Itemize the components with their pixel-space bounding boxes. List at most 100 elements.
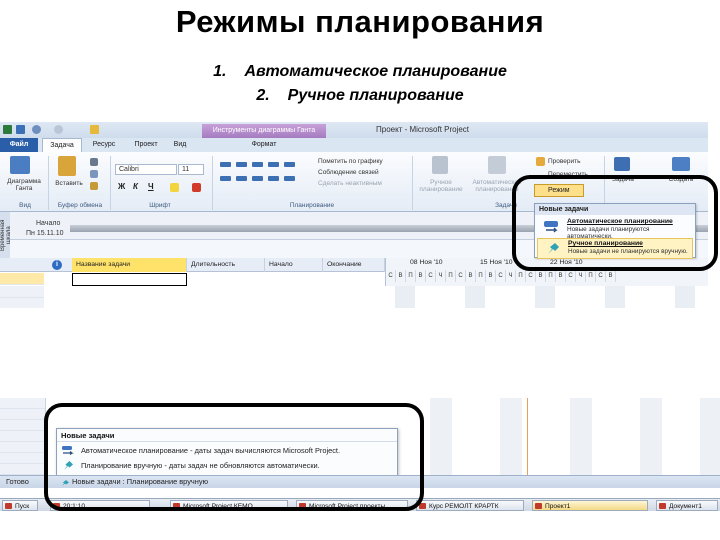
gantt-timescale: 08 Ноя '10 15 Ноя '10 22 Ноя '10 СВПВСЧП…	[385, 258, 708, 286]
open-icon[interactable]	[90, 125, 99, 134]
weekend-stripe	[465, 286, 485, 308]
list-number: 2.	[256, 87, 270, 104]
group-clipboard: Буфер обмена	[57, 202, 103, 209]
column-task-name[interactable]: Название задачи	[72, 258, 187, 272]
tab-file[interactable]: Файл	[0, 138, 38, 152]
day-label: П	[476, 270, 486, 282]
inspect-button[interactable]: Проверить	[548, 158, 594, 165]
font-color-icon[interactable]	[192, 183, 201, 192]
menu-item-manual-schedule[interactable]: Ручное планирование Новые задачи не план…	[537, 238, 693, 259]
create-icon[interactable]	[672, 157, 690, 171]
taskbar-item[interactable]: Курс РЕМОЛТ КРАРТК	[416, 500, 524, 511]
manual-schedule-button[interactable]: Ручное планирование	[418, 179, 464, 193]
font-size-select[interactable]: 11	[178, 164, 204, 175]
weekend-stripe	[640, 398, 662, 475]
taskbar-item[interactable]: Проект1	[532, 500, 648, 511]
taskbar-item[interactable]: Microsoft Project проекты	[296, 500, 408, 511]
column-start[interactable]: Начало	[265, 258, 323, 272]
auto-schedule-button[interactable]: Автоматическое планирование	[466, 179, 528, 193]
group-separator	[48, 156, 49, 210]
taskbar-item[interactable]: 20:1:10	[50, 500, 150, 511]
group-separator	[212, 156, 213, 210]
respect-links-button[interactable]: Соблюдение связей	[318, 169, 379, 176]
tab-project[interactable]: Проект	[128, 138, 164, 152]
create-button[interactable]: Создать	[664, 176, 698, 183]
tab-format[interactable]: Формат	[246, 138, 282, 152]
tab-task[interactable]: Задача	[42, 138, 82, 152]
day-label: В	[536, 270, 546, 282]
mode-dropdown-button[interactable]: Режим	[534, 184, 584, 197]
new-tasks-tooltip: Новые задачи Автоматическое планирование…	[56, 428, 398, 476]
bold-button[interactable]: Ж	[118, 182, 125, 191]
window-title: Проект - Microsoft Project	[376, 125, 470, 134]
taskbar-item[interactable]: Microsoft Project КЕМО	[170, 500, 288, 511]
task-name-cell[interactable]	[72, 273, 187, 286]
timeline-side-label: Временная шкала	[0, 212, 12, 258]
font-name-select[interactable]: Calibri	[115, 164, 177, 175]
mark-on-track-button[interactable]: Пометить по графику	[318, 158, 383, 165]
group-schedule: Планирование	[289, 202, 335, 209]
status-bar-screenshot: Новые задачи Автоматическое планирование…	[0, 398, 720, 540]
pin-icon	[64, 461, 73, 470]
weekend-stripe	[535, 286, 555, 308]
week-label: 15 Ноя '10	[480, 259, 513, 266]
undo-icon[interactable]	[32, 125, 41, 134]
day-label: С	[596, 270, 606, 282]
column-finish[interactable]: Окончание	[323, 258, 385, 272]
task-insert-button[interactable]: Задача	[608, 176, 638, 183]
tooltip-row-text: Планирование вручную - даты задач не обн…	[81, 461, 320, 470]
list-text: Автоматическое планирование	[244, 63, 507, 80]
day-label: П	[406, 270, 416, 282]
paste-button-label[interactable]: Вставить	[50, 180, 88, 187]
day-label: С	[496, 270, 506, 282]
inspect-icon[interactable]	[536, 157, 545, 166]
current-date-line	[527, 398, 528, 475]
indent-buttons[interactable]	[220, 176, 295, 182]
day-label: В	[466, 270, 476, 282]
gantt-chart-area[interactable]	[385, 286, 708, 308]
day-label: В	[416, 270, 426, 282]
pin-icon	[62, 480, 69, 486]
dropdown-header: Новые задачи	[535, 204, 695, 215]
tab-view[interactable]: Вид	[166, 138, 194, 152]
menu-item-title: Автоматическое планирование	[567, 218, 673, 225]
day-label: С	[566, 270, 576, 282]
move-button[interactable]: Переместить	[548, 171, 598, 178]
save-icon[interactable]	[16, 125, 25, 134]
auto-schedule-icon[interactable]	[488, 156, 506, 174]
tooltip-row-auto[interactable]: Автоматическое планирование - даты задач…	[61, 444, 340, 457]
italic-button[interactable]: К	[133, 182, 138, 191]
menu-item-auto-schedule[interactable]: Автоматическое планирование Новые задачи…	[537, 217, 693, 240]
list-item-manual: 2. Ручное планирование	[0, 87, 720, 105]
gantt-chart-icon[interactable]	[10, 156, 30, 174]
list-number: 1.	[213, 63, 227, 80]
row-header[interactable]	[0, 298, 44, 308]
table-header: i Название задачи Длительность Начало Ок…	[0, 258, 385, 272]
list-item-auto: 1. Автоматическое планирование	[0, 63, 720, 81]
slide-title: Режимы планирования	[175, 4, 545, 39]
taskbar-item[interactable]: Документ1	[656, 500, 718, 511]
make-inactive-button[interactable]: Сделать неактивным	[318, 180, 382, 187]
gantt-chart-button-label[interactable]: Диаграмма Ганта	[2, 178, 46, 192]
highlight-color-icon[interactable]	[170, 183, 179, 192]
pin-icon[interactable]	[432, 156, 448, 174]
new-tasks-mode-indicator[interactable]: Новые задачи : Планирование вручную	[60, 477, 208, 486]
tooltip-row-manual[interactable]: Планирование вручную - даты задач не обн…	[61, 459, 320, 472]
copy-icon[interactable]	[90, 170, 98, 178]
weekend-stripe	[570, 398, 592, 475]
tab-resource[interactable]: Ресурс	[86, 138, 122, 152]
day-label: С	[386, 270, 396, 282]
start-button[interactable]: Пуск	[2, 500, 38, 511]
percent-complete-buttons[interactable]	[220, 162, 295, 168]
day-label: С	[456, 270, 466, 282]
task-insert-icon[interactable]	[614, 157, 630, 171]
redo-icon[interactable]	[54, 125, 63, 134]
row-header[interactable]	[0, 273, 44, 285]
project-logo-icon	[3, 125, 12, 134]
row-header[interactable]	[0, 286, 44, 298]
underline-button[interactable]: Ч	[148, 182, 154, 191]
cut-icon[interactable]	[90, 158, 98, 166]
paste-icon[interactable]	[58, 156, 76, 176]
format-painter-icon[interactable]	[90, 182, 98, 190]
column-duration[interactable]: Длительность	[187, 258, 265, 272]
